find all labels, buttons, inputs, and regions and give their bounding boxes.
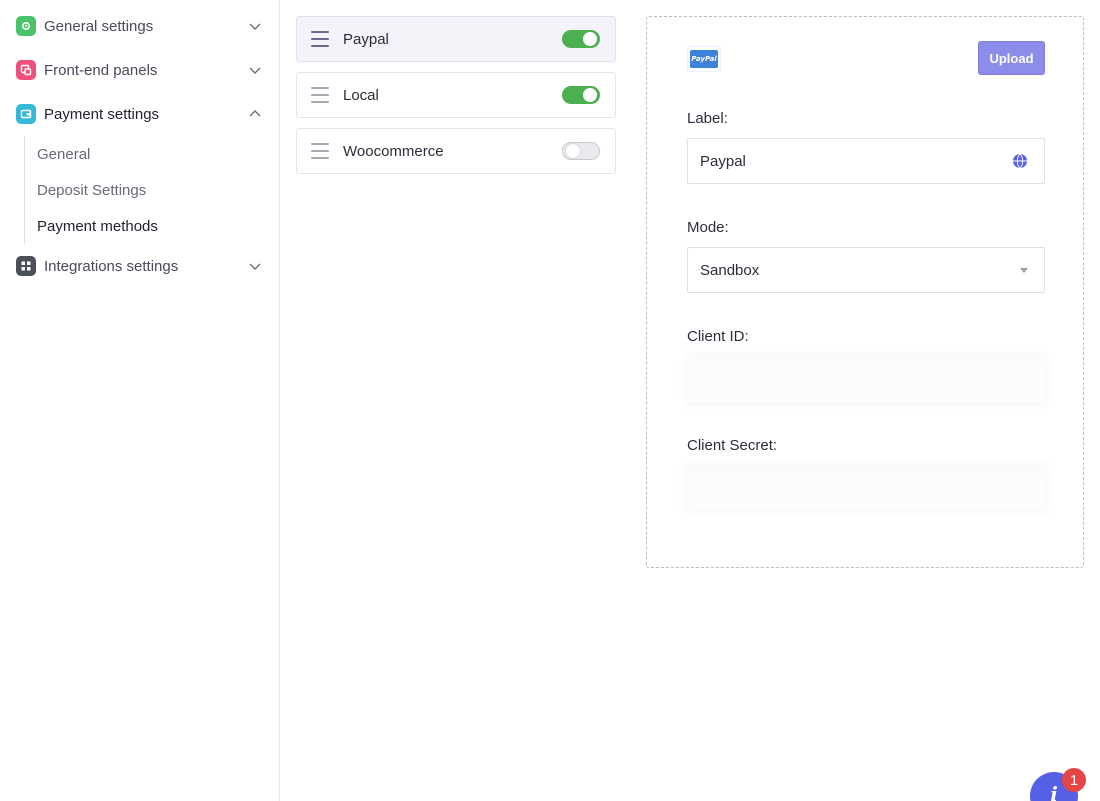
nav-front-end-panels[interactable]: Front-end panels: [0, 48, 279, 92]
chevron-up-icon[interactable]: [247, 106, 263, 122]
drag-handle-icon[interactable]: [311, 143, 329, 159]
client-id-input[interactable]: [687, 356, 1045, 402]
nav-integrations-settings[interactable]: Integrations settings: [0, 244, 279, 288]
method-details-panel: PayPal Upload Label: Paypal Mode: Sandbo…: [646, 16, 1084, 568]
method-label: Woocommerce: [343, 142, 444, 160]
mode-field-label: Mode:: [687, 219, 729, 236]
wallet-icon: [16, 104, 36, 124]
nav-general-settings[interactable]: General settings: [0, 4, 279, 48]
label-field-label: Label:: [687, 110, 728, 127]
upload-button[interactable]: Upload: [978, 41, 1045, 75]
nav-label: Front-end panels: [44, 61, 158, 79]
payment-methods-list: Paypal Local Woocommerce: [296, 16, 616, 184]
nav-label: Payment settings: [44, 105, 160, 123]
drag-handle-icon[interactable]: [311, 31, 329, 47]
label-input-value: Paypal: [700, 152, 746, 170]
payment-sub-menu: General Deposit Settings Payment methods: [24, 136, 279, 244]
info-icon: i: [1050, 782, 1058, 801]
method-toggle[interactable]: [562, 86, 600, 104]
method-toggle[interactable]: [562, 30, 600, 48]
method-label: Local: [343, 86, 379, 104]
nav-label: General settings: [44, 17, 154, 35]
method-toggle[interactable]: [562, 142, 600, 160]
client-secret-label: Client Secret:: [687, 437, 778, 454]
sub-item-general[interactable]: General: [37, 136, 279, 172]
mode-select-value: Sandbox: [700, 261, 760, 279]
sub-item-payment-methods[interactable]: Payment methods: [37, 208, 279, 244]
paypal-logo-text: PayPal: [690, 50, 718, 68]
method-paypal[interactable]: Paypal: [296, 16, 616, 62]
chevron-down-icon[interactable]: [247, 18, 263, 34]
paypal-logo: PayPal: [687, 46, 721, 72]
mode-select[interactable]: Sandbox: [687, 247, 1045, 293]
chevron-down-icon[interactable]: [247, 62, 263, 78]
caret-down-icon: [1020, 267, 1028, 273]
nav-label: Integrations settings: [44, 257, 179, 275]
gear-icon: [16, 16, 36, 36]
sidebar: General settings Front-end panels Paymen…: [0, 0, 280, 801]
puzzle-icon: [16, 256, 36, 276]
panels-icon: [16, 60, 36, 80]
method-label: Paypal: [343, 30, 389, 48]
drag-handle-icon[interactable]: [311, 87, 329, 103]
client-secret-input[interactable]: [687, 465, 1045, 511]
nav-payment-settings[interactable]: Payment settings: [0, 92, 279, 136]
method-woocommerce[interactable]: Woocommerce: [296, 128, 616, 174]
method-local[interactable]: Local: [296, 72, 616, 118]
label-input[interactable]: Paypal: [687, 138, 1045, 184]
chevron-down-icon[interactable]: [247, 258, 263, 274]
globe-icon[interactable]: [1012, 153, 1028, 169]
sub-item-deposit-settings[interactable]: Deposit Settings: [37, 172, 279, 208]
notification-badge: 1: [1062, 768, 1086, 792]
client-id-label: Client ID:: [687, 328, 749, 345]
